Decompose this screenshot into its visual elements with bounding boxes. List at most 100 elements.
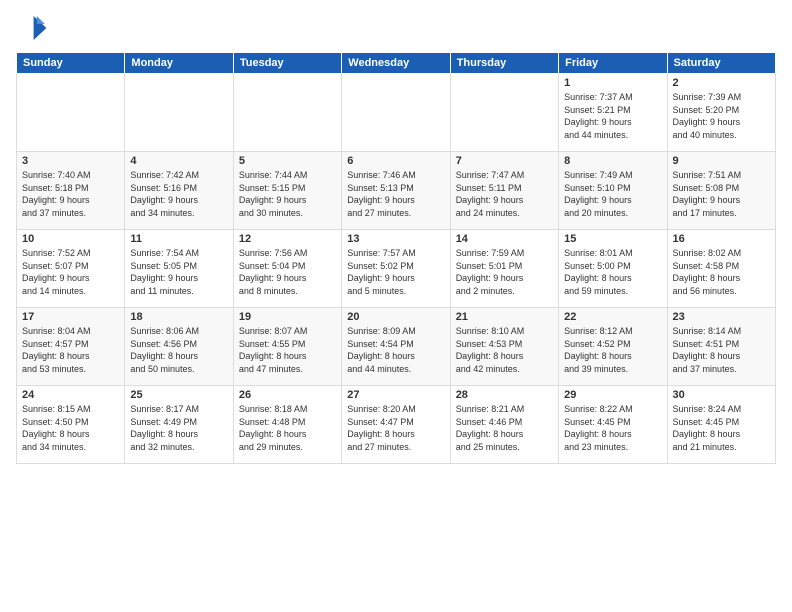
calendar-cell: 30 Sunrise: 8:24 AM Sunset: 4:45 PM Dayli…: [667, 386, 775, 464]
day-info: Sunrise: 7:47 AM Sunset: 5:11 PM Dayligh…: [456, 169, 553, 219]
calendar-cell: [450, 74, 558, 152]
day-number: 29: [564, 389, 661, 401]
day-number: 12: [239, 233, 336, 245]
calendar-cell: 8 Sunrise: 7:49 AM Sunset: 5:10 PM Daylig…: [559, 152, 667, 230]
calendar-header-row: SundayMondayTuesdayWednesdayThursdayFrid…: [17, 53, 776, 74]
calendar-cell: 1 Sunrise: 7:37 AM Sunset: 5:21 PM Daylig…: [559, 74, 667, 152]
calendar-cell: 6 Sunrise: 7:46 AM Sunset: 5:13 PM Daylig…: [342, 152, 450, 230]
day-number: 13: [347, 233, 444, 245]
day-number: 16: [673, 233, 770, 245]
day-number: 1: [564, 77, 661, 89]
calendar-cell: 14 Sunrise: 7:59 AM Sunset: 5:01 PM Dayli…: [450, 230, 558, 308]
calendar-cell: 4 Sunrise: 7:42 AM Sunset: 5:16 PM Daylig…: [125, 152, 233, 230]
calendar-cell: 15 Sunrise: 8:01 AM Sunset: 5:00 PM Dayli…: [559, 230, 667, 308]
day-number: 20: [347, 311, 444, 323]
calendar-cell: 23Sunrise: 8:14 AM Sunset: 4:51 PM Dayli…: [667, 308, 775, 386]
weekday-header-wednesday: Wednesday: [342, 53, 450, 74]
day-info: Sunrise: 8:21 AM Sunset: 4:46 PM Dayligh…: [456, 403, 553, 453]
day-number: 2: [673, 77, 770, 89]
calendar-week-row: 3 Sunrise: 7:40 AM Sunset: 5:18 PM Daylig…: [17, 152, 776, 230]
day-info: Sunrise: 7:51 AM Sunset: 5:08 PM Dayligh…: [673, 169, 770, 219]
calendar-cell: [233, 74, 341, 152]
calendar-cell: 18 Sunrise: 8:06 AM Sunset: 4:56 PM Dayli…: [125, 308, 233, 386]
header: [16, 12, 776, 44]
day-info: Sunrise: 8:17 AM Sunset: 4:49 PM Dayligh…: [130, 403, 227, 453]
calendar-week-row: 17 Sunrise: 8:04 AM Sunset: 4:57 PM Dayli…: [17, 308, 776, 386]
calendar-cell: 7Sunrise: 7:47 AM Sunset: 5:11 PM Daylig…: [450, 152, 558, 230]
calendar-cell: 26Sunrise: 8:18 AM Sunset: 4:48 PM Dayli…: [233, 386, 341, 464]
day-info: Sunrise: 7:40 AM Sunset: 5:18 PM Dayligh…: [22, 169, 119, 219]
day-number: 21: [456, 311, 553, 323]
day-number: 14: [456, 233, 553, 245]
day-info: Sunrise: 7:52 AM Sunset: 5:07 PM Dayligh…: [22, 247, 119, 297]
calendar-cell: 21 Sunrise: 8:10 AM Sunset: 4:53 PM Dayli…: [450, 308, 558, 386]
day-info: Sunrise: 8:15 AM Sunset: 4:50 PM Dayligh…: [22, 403, 119, 453]
day-info: Sunrise: 8:18 AM Sunset: 4:48 PM Dayligh…: [239, 403, 336, 453]
day-number: 17: [22, 311, 119, 323]
day-number: 15: [564, 233, 661, 245]
day-info: Sunrise: 8:06 AM Sunset: 4:56 PM Dayligh…: [130, 325, 227, 375]
day-info: Sunrise: 7:46 AM Sunset: 5:13 PM Dayligh…: [347, 169, 444, 219]
day-info: Sunrise: 7:37 AM Sunset: 5:21 PM Dayligh…: [564, 91, 661, 141]
day-info: Sunrise: 8:24 AM Sunset: 4:45 PM Dayligh…: [673, 403, 770, 453]
calendar-cell: 2 Sunrise: 7:39 AM Sunset: 5:20 PM Daylig…: [667, 74, 775, 152]
day-number: 6: [347, 155, 444, 167]
day-number: 25: [130, 389, 227, 401]
calendar-cell: 11 Sunrise: 7:54 AM Sunset: 5:05 PM Dayli…: [125, 230, 233, 308]
day-info: Sunrise: 7:54 AM Sunset: 5:05 PM Dayligh…: [130, 247, 227, 297]
day-info: Sunrise: 8:09 AM Sunset: 4:54 PM Dayligh…: [347, 325, 444, 375]
day-info: Sunrise: 8:12 AM Sunset: 4:52 PM Dayligh…: [564, 325, 661, 375]
calendar-cell: 13 Sunrise: 7:57 AM Sunset: 5:02 PM Dayli…: [342, 230, 450, 308]
day-info: Sunrise: 8:04 AM Sunset: 4:57 PM Dayligh…: [22, 325, 119, 375]
day-number: 24: [22, 389, 119, 401]
day-number: 8: [564, 155, 661, 167]
day-info: Sunrise: 8:10 AM Sunset: 4:53 PM Dayligh…: [456, 325, 553, 375]
day-info: Sunrise: 8:22 AM Sunset: 4:45 PM Dayligh…: [564, 403, 661, 453]
weekday-header-thursday: Thursday: [450, 53, 558, 74]
weekday-header-sunday: Sunday: [17, 53, 125, 74]
day-number: 28: [456, 389, 553, 401]
day-info: Sunrise: 7:49 AM Sunset: 5:10 PM Dayligh…: [564, 169, 661, 219]
logo: [16, 12, 52, 44]
day-info: Sunrise: 8:20 AM Sunset: 4:47 PM Dayligh…: [347, 403, 444, 453]
calendar-week-row: 24 Sunrise: 8:15 AM Sunset: 4:50 PM Dayli…: [17, 386, 776, 464]
day-number: 3: [22, 155, 119, 167]
calendar-cell: 19 Sunrise: 8:07 AM Sunset: 4:55 PM Dayli…: [233, 308, 341, 386]
day-info: Sunrise: 7:39 AM Sunset: 5:20 PM Dayligh…: [673, 91, 770, 141]
day-number: 10: [22, 233, 119, 245]
weekday-header-friday: Friday: [559, 53, 667, 74]
day-number: 18: [130, 311, 227, 323]
page: SundayMondayTuesdayWednesdayThursdayFrid…: [0, 0, 792, 612]
day-info: Sunrise: 8:14 AM Sunset: 4:51 PM Dayligh…: [673, 325, 770, 375]
weekday-header-tuesday: Tuesday: [233, 53, 341, 74]
day-number: 4: [130, 155, 227, 167]
day-info: Sunrise: 7:59 AM Sunset: 5:01 PM Dayligh…: [456, 247, 553, 297]
logo-icon: [16, 12, 48, 44]
day-number: 5: [239, 155, 336, 167]
weekday-header-monday: Monday: [125, 53, 233, 74]
calendar-cell: 29 Sunrise: 8:22 AM Sunset: 4:45 PM Dayli…: [559, 386, 667, 464]
day-info: Sunrise: 7:44 AM Sunset: 5:15 PM Dayligh…: [239, 169, 336, 219]
day-number: 19: [239, 311, 336, 323]
calendar-cell: 12Sunrise: 7:56 AM Sunset: 5:04 PM Dayli…: [233, 230, 341, 308]
calendar-cell: 25 Sunrise: 8:17 AM Sunset: 4:49 PM Dayli…: [125, 386, 233, 464]
calendar-cell: 10 Sunrise: 7:52 AM Sunset: 5:07 PM Dayli…: [17, 230, 125, 308]
calendar-cell: [342, 74, 450, 152]
day-number: 30: [673, 389, 770, 401]
calendar-cell: 17 Sunrise: 8:04 AM Sunset: 4:57 PM Dayli…: [17, 308, 125, 386]
day-number: 11: [130, 233, 227, 245]
calendar-cell: 22 Sunrise: 8:12 AM Sunset: 4:52 PM Dayli…: [559, 308, 667, 386]
weekday-header-saturday: Saturday: [667, 53, 775, 74]
calendar-cell: [17, 74, 125, 152]
day-info: Sunrise: 8:07 AM Sunset: 4:55 PM Dayligh…: [239, 325, 336, 375]
day-number: 22: [564, 311, 661, 323]
calendar-week-row: 10 Sunrise: 7:52 AM Sunset: 5:07 PM Dayli…: [17, 230, 776, 308]
calendar-week-row: 1 Sunrise: 7:37 AM Sunset: 5:21 PM Daylig…: [17, 74, 776, 152]
day-info: Sunrise: 7:42 AM Sunset: 5:16 PM Dayligh…: [130, 169, 227, 219]
day-info: Sunrise: 8:02 AM Sunset: 4:58 PM Dayligh…: [673, 247, 770, 297]
day-info: Sunrise: 7:57 AM Sunset: 5:02 PM Dayligh…: [347, 247, 444, 297]
calendar-cell: 28 Sunrise: 8:21 AM Sunset: 4:46 PM Dayli…: [450, 386, 558, 464]
calendar-cell: 5 Sunrise: 7:44 AM Sunset: 5:15 PM Daylig…: [233, 152, 341, 230]
day-info: Sunrise: 8:01 AM Sunset: 5:00 PM Dayligh…: [564, 247, 661, 297]
calendar-cell: 27Sunrise: 8:20 AM Sunset: 4:47 PM Dayli…: [342, 386, 450, 464]
